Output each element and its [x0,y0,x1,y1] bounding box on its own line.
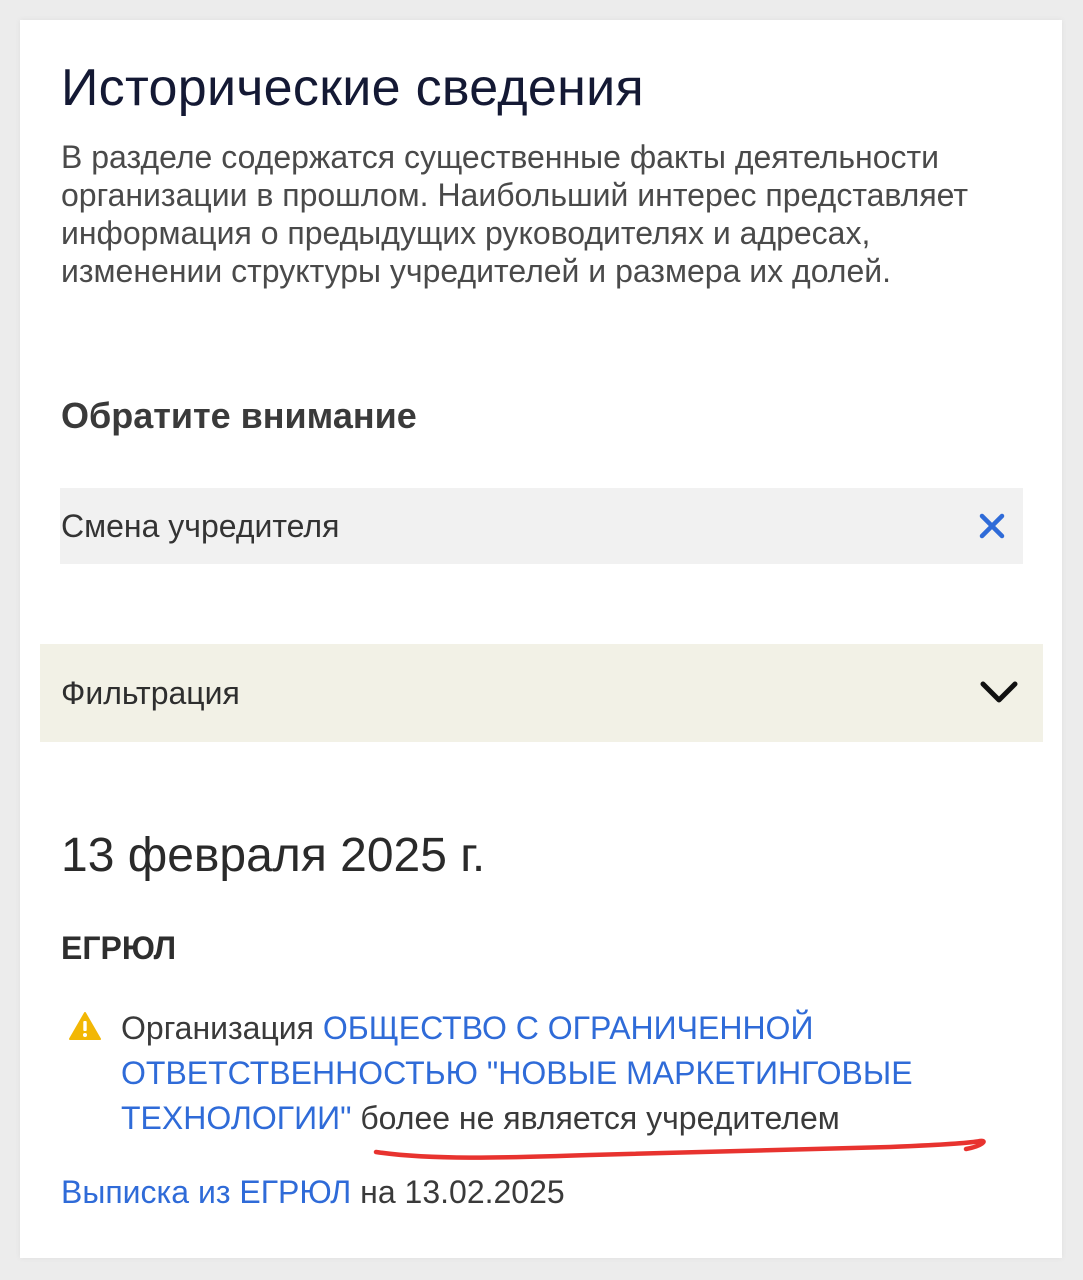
event-description: Организация ОБЩЕСТВО С ОГРАНИЧЕННОЙ ОТВЕ… [121,1006,1001,1141]
event-source: ЕГРЮЛ [61,930,177,966]
intro-text: В разделе содержатся существенные факты … [61,139,969,289]
filter-panel-label: Фильтрация [61,674,240,711]
event-date: 13 февраля 2025 г. [61,829,486,882]
chevron-down-icon [980,681,1018,703]
close-icon[interactable] [976,510,1008,542]
active-filter-label: Смена учредителя [61,507,340,544]
filter-panel-toggle[interactable]: Фильтрация [40,644,1043,742]
notice-heading: Обратите внимание [61,395,417,436]
event-text-suffix: более не является учредителем [351,1100,840,1136]
active-filter-chip: Смена учредителя [60,488,1023,564]
extract-date: на 13.02.2025 [351,1174,565,1210]
egrul-extract-link[interactable]: Выписка из ЕГРЮЛ [61,1174,351,1210]
warning-icon [69,1012,101,1040]
event-text-prefix: Организация [121,1010,323,1046]
page-title: Исторические сведения [61,59,644,117]
historical-info-card: Исторические сведения В разделе содержат… [20,20,1062,1258]
extract-line: Выписка из ЕГРЮЛ на 13.02.2025 [61,1174,565,1211]
